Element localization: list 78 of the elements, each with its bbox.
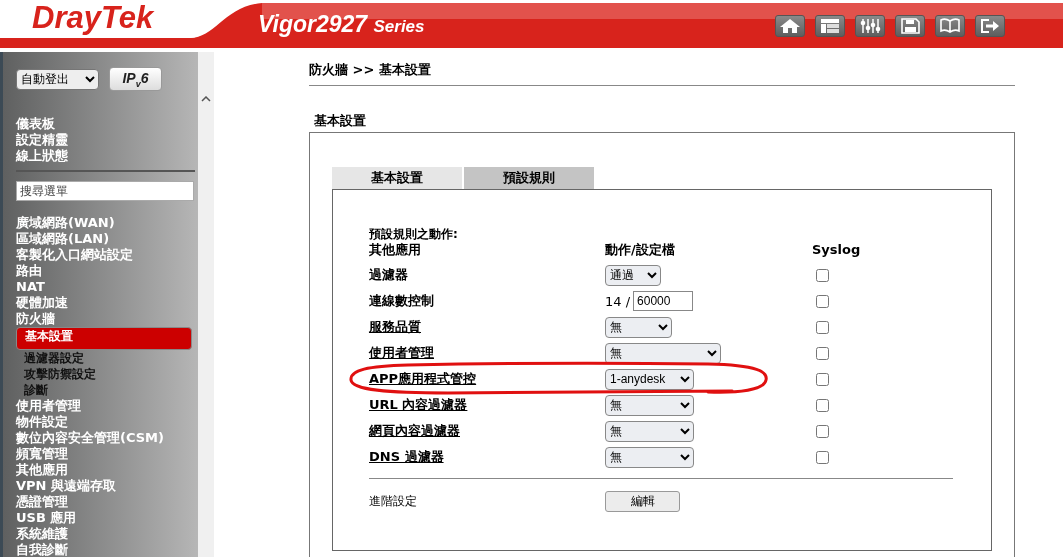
ipv6-button[interactable]: IP$_{v}$6	[109, 67, 162, 91]
menu-item[interactable]: 物件設定	[16, 414, 198, 430]
save-button[interactable]	[895, 15, 925, 37]
syslog-checkbox[interactable]	[816, 424, 829, 438]
book-icon	[939, 18, 961, 34]
action-select[interactable]: 無	[605, 394, 694, 416]
menu-item[interactable]: 區域網路(LAN)	[16, 231, 198, 247]
rule-label: 過濾器	[369, 266, 409, 284]
rule-link[interactable]: DNS 過濾器	[369, 448, 605, 466]
action-select[interactable]: 無	[605, 342, 721, 364]
home-icon	[779, 18, 801, 34]
rule-link[interactable]: 使用者管理	[369, 344, 605, 362]
panel-heading: 預設規則之動作:	[369, 226, 459, 242]
tab[interactable]: 基本設置	[332, 167, 462, 189]
menu-item[interactable]: 硬體加速	[16, 295, 198, 311]
column-header: 動作/設定檔	[605, 242, 676, 258]
model-title: Vigor2927 Series	[258, 11, 425, 38]
syslog-checkbox[interactable]	[816, 450, 829, 464]
home-button[interactable]	[775, 15, 805, 37]
scroll-up-icon	[201, 96, 211, 102]
tab[interactable]: 預設規則	[464, 167, 594, 189]
action-select[interactable]: 無	[605, 420, 694, 442]
rule-link[interactable]: APP應用程式管控	[369, 370, 605, 388]
submenu-item[interactable]: 基本設置	[16, 327, 192, 350]
action-select[interactable]: 1-anydesk	[605, 368, 694, 390]
menu-item[interactable]: 頻寬管理	[16, 446, 198, 462]
logout-icon	[979, 18, 1001, 34]
submenu-item[interactable]: 攻擊防禦設定	[16, 366, 192, 382]
syslog-checkbox[interactable]	[816, 372, 829, 386]
menu-item[interactable]: 系統維護	[16, 526, 198, 542]
syslog-checkbox[interactable]	[816, 320, 829, 334]
action-select[interactable]: 無	[605, 446, 694, 468]
advanced-label: 進階設定	[369, 493, 418, 510]
layout-button[interactable]	[815, 15, 845, 37]
menu-item[interactable]: 客製化入口網站設定	[16, 247, 198, 263]
submenu-item[interactable]: 診斷	[16, 382, 192, 398]
search-field[interactable]: 搜尋選單	[16, 181, 194, 201]
rule-link[interactable]: URL 內容過濾器	[369, 396, 605, 414]
menu-item[interactable]: 廣域網路(WAN)	[16, 215, 198, 231]
logout-select[interactable]: 自動登出	[16, 68, 99, 90]
sliders-button[interactable]	[855, 15, 885, 37]
menu-item[interactable]: 線上狀態	[16, 148, 198, 164]
menu-item[interactable]: 設定精靈	[16, 132, 198, 148]
menu-item[interactable]: VPN 與遠端存取	[16, 478, 198, 494]
syslog-checkbox[interactable]	[816, 398, 829, 412]
breadcrumb: 防火牆 >> 基本設置	[309, 62, 432, 78]
menu-item[interactable]: 路由	[16, 263, 198, 279]
sliders-icon	[859, 18, 881, 34]
layout-icon	[819, 18, 841, 34]
action-select[interactable]: 通過	[605, 264, 661, 286]
rule-link[interactable]: 服務品質	[369, 318, 605, 336]
session-count: 14 /	[605, 293, 631, 309]
syslog-checkbox[interactable]	[816, 268, 829, 282]
rule-link[interactable]: 網頁內容過濾器	[369, 422, 605, 440]
brand-logo: DrayTek	[32, 0, 154, 36]
logout-button[interactable]	[975, 15, 1005, 37]
menu-item[interactable]: NAT	[16, 279, 198, 295]
save-icon	[899, 18, 921, 34]
column-header: 其他應用	[369, 242, 422, 258]
edit-button[interactable]: 編輯	[605, 491, 680, 512]
menu-item[interactable]: 憑證管理	[16, 494, 198, 510]
menu-item[interactable]: 自我診斷	[16, 542, 198, 557]
submenu-item[interactable]: 過濾器設定	[16, 350, 192, 366]
menu-item[interactable]: USB 應用	[16, 510, 198, 526]
menu-item[interactable]: 儀表板	[16, 116, 198, 132]
limit-field[interactable]: 60000	[633, 291, 694, 311]
menu-item[interactable]: 防火牆	[16, 311, 198, 327]
section-title: 基本設置	[314, 113, 367, 129]
column-header: Syslog	[812, 242, 862, 258]
rule-label: 連線數控制	[369, 292, 435, 310]
scrollbar[interactable]	[198, 52, 214, 557]
action-select[interactable]: 無	[605, 316, 672, 338]
syslog-checkbox[interactable]	[816, 294, 829, 308]
menu-item[interactable]: 其他應用	[16, 462, 198, 478]
menu-item[interactable]: 使用者管理	[16, 398, 198, 414]
menu-item[interactable]: 數位內容安全管理(CSM)	[16, 430, 198, 446]
book-button[interactable]	[935, 15, 965, 37]
syslog-checkbox[interactable]	[816, 346, 829, 360]
